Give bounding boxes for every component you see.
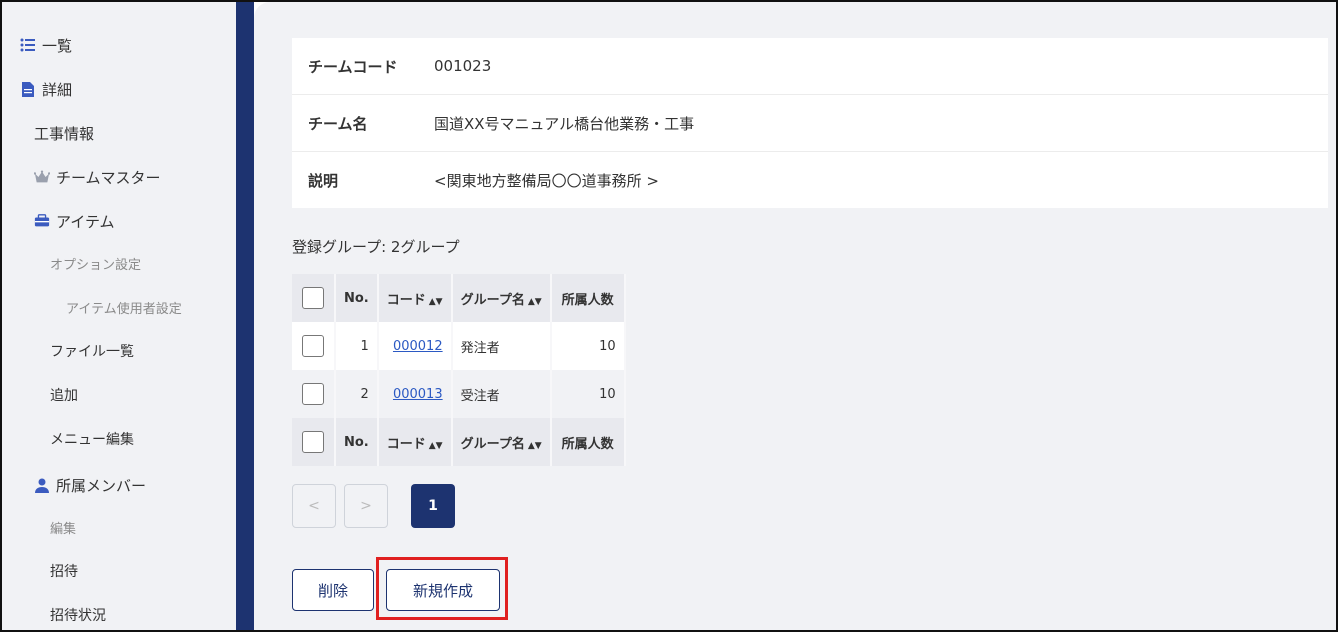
sidebar-item-label: 招待状況 [50,608,106,624]
sidebar-item-invite[interactable]: 招待 [2,557,236,585]
row-select-cell [292,322,336,370]
sort-icon: ▲▼ [527,296,542,307]
sidebar-item-label: 詳細 [42,80,73,99]
row-group-name: 受注者 [451,370,552,418]
table-row: 2 000013 受注者 10 [292,370,626,418]
table-footer-row: No. コード ▲▼ グループ名 ▲▼ 所属人数 [292,418,626,466]
sidebar-item-label: 工事情報 [34,124,95,143]
col-footer-group-name[interactable]: グループ名 ▲▼ [451,418,552,466]
group-code-link[interactable]: 000012 [393,339,443,354]
sort-icon: ▲▼ [428,296,443,307]
row-members: 10 [550,322,626,370]
delete-button[interactable]: 削除 [292,569,374,611]
document-icon [20,81,36,97]
col-header-group-name[interactable]: グループ名 ▲▼ [451,274,552,322]
table-row: 1 000012 発注者 10 [292,322,626,370]
main-content: チームコード 001023 チーム名 国道XX号マニュアル橋台他業務・工事 説明… [254,2,1336,630]
sidebar-item-label: アイテム [56,212,115,231]
sidebar-item-label: チームマスター [56,168,161,187]
sidebar-item-add[interactable]: 追加 [2,381,236,409]
sidebar-item-file-list[interactable]: ファイル一覧 [2,337,236,365]
next-page-button[interactable]: > [344,484,388,528]
sidebar-item-edit[interactable]: 編集 [2,513,236,541]
sidebar-item-label: 招待 [50,564,78,580]
col-header-label: グループ名 [460,292,525,308]
sidebar-item-item[interactable]: アイテム [2,207,236,235]
sidebar-item-item-user-settings[interactable]: アイテム使用者設定 [2,293,236,321]
select-all-cell [292,418,336,466]
group-table: No. コード ▲▼ グループ名 ▲▼ 所属人数 1 000012 発注者 10 2… [292,274,626,466]
team-desc-label: 説明 [308,171,339,190]
select-all-checkbox[interactable] [302,431,324,453]
sidebar-item-label: 所属メンバー [56,476,147,495]
person-icon [34,477,50,493]
highlight-box [376,557,508,620]
sidebar-item-menu-edit[interactable]: メニュー編集 [2,425,236,453]
table-header-row: No. コード ▲▼ グループ名 ▲▼ 所属人数 [292,274,626,322]
group-count-text: 登録グループ: 2グループ [292,238,460,256]
sidebar-item-team-master[interactable]: チームマスター [2,163,236,191]
select-all-checkbox[interactable] [302,287,324,309]
sort-icon: ▲▼ [428,440,443,451]
sidebar-item-label: アイテム使用者設定 [66,301,182,317]
sidebar-item-label: 一覧 [42,36,73,55]
col-header-label: コード [386,292,426,308]
col-header-no: No. [335,274,379,322]
sidebar-item-invite-status[interactable]: 招待状況 [2,601,236,629]
team-code-value: 001023 [434,57,492,75]
sidebar-item-label: メニュー編集 [50,432,134,448]
sidebar-item-label: ファイル一覧 [50,344,134,360]
prev-page-button[interactable]: < [292,484,336,528]
col-header-members: 所属人数 [550,274,626,322]
col-header-label: コード [386,436,426,452]
crown-icon [34,169,50,185]
row-checkbox[interactable] [302,335,324,357]
row-code-cell: 000013 [377,370,453,418]
list-icon [20,37,36,53]
sidebar-item-members[interactable]: 所属メンバー [2,471,236,499]
sidebar-item-label: 編集 [50,521,77,537]
team-desc-row: 説明 <関東地方整備局〇〇道事務所 > [292,152,1328,208]
current-page-button[interactable]: 1 [411,484,455,528]
team-name-value: 国道XX号マニュアル橋台他業務・工事 [434,114,695,133]
team-code-row: チームコード 001023 [292,38,1328,95]
sidebar-item-construction-info[interactable]: 工事情報 [2,119,236,147]
row-no: 2 [335,370,379,418]
col-footer-members: 所属人数 [550,418,626,466]
row-members: 10 [550,370,626,418]
row-code-cell: 000012 [377,322,453,370]
team-desc-value: <関東地方整備局〇〇道事務所 > [434,171,659,190]
row-checkbox[interactable] [302,383,324,405]
team-info-card: チームコード 001023 チーム名 国道XX号マニュアル橋台他業務・工事 説明… [292,38,1328,208]
col-header-label: グループ名 [460,436,525,452]
toolbox-icon [34,213,50,229]
sidebar-item-label: 追加 [50,388,78,404]
select-all-cell [292,274,336,322]
sidebar-item-list[interactable]: 一覧 [2,31,236,59]
sidebar: 一覧 詳細 工事情報 チームマスター アイテム オプション設定 アイテム使用者設… [2,2,236,630]
col-footer-no: No. [335,418,379,466]
team-name-row: チーム名 国道XX号マニュアル橋台他業務・工事 [292,95,1328,152]
row-select-cell [292,370,336,418]
row-group-name: 発注者 [451,322,552,370]
sidebar-item-option-settings[interactable]: オプション設定 [2,249,236,277]
col-footer-code[interactable]: コード ▲▼ [377,418,453,466]
team-name-label: チーム名 [308,114,368,133]
col-header-code[interactable]: コード ▲▼ [377,274,453,322]
sidebar-divider [236,2,254,630]
sidebar-item-label: オプション設定 [50,257,142,273]
sidebar-item-detail[interactable]: 詳細 [2,75,236,103]
sort-icon: ▲▼ [527,440,542,451]
team-code-label: チームコード [308,57,398,76]
group-code-link[interactable]: 000013 [393,387,443,402]
row-no: 1 [335,322,379,370]
